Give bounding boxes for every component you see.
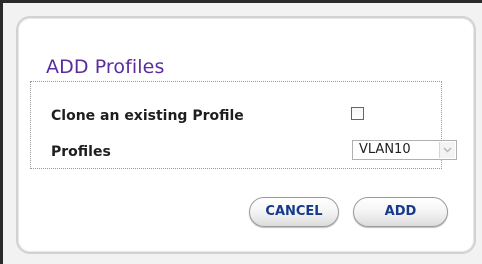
cancel-button[interactable]: CANCEL <box>249 197 339 227</box>
chevron-down-icon <box>443 147 452 153</box>
profiles-label: Profiles <box>51 144 111 160</box>
clone-profile-checkbox[interactable] <box>351 107 364 120</box>
window-frame: ADD Profiles Clone an existing Profile P… <box>0 0 482 264</box>
profiles-select[interactable]: VLAN10 <box>352 140 457 160</box>
select-arrow-button[interactable] <box>439 142 455 158</box>
clone-profile-label: Clone an existing Profile <box>51 108 244 124</box>
add-button[interactable]: ADD <box>353 197 448 227</box>
profile-options-group: Clone an existing Profile Profiles VLAN1… <box>30 81 457 169</box>
dialog-title: ADD Profiles <box>46 56 165 78</box>
profiles-select-value: VLAN10 <box>359 142 411 157</box>
